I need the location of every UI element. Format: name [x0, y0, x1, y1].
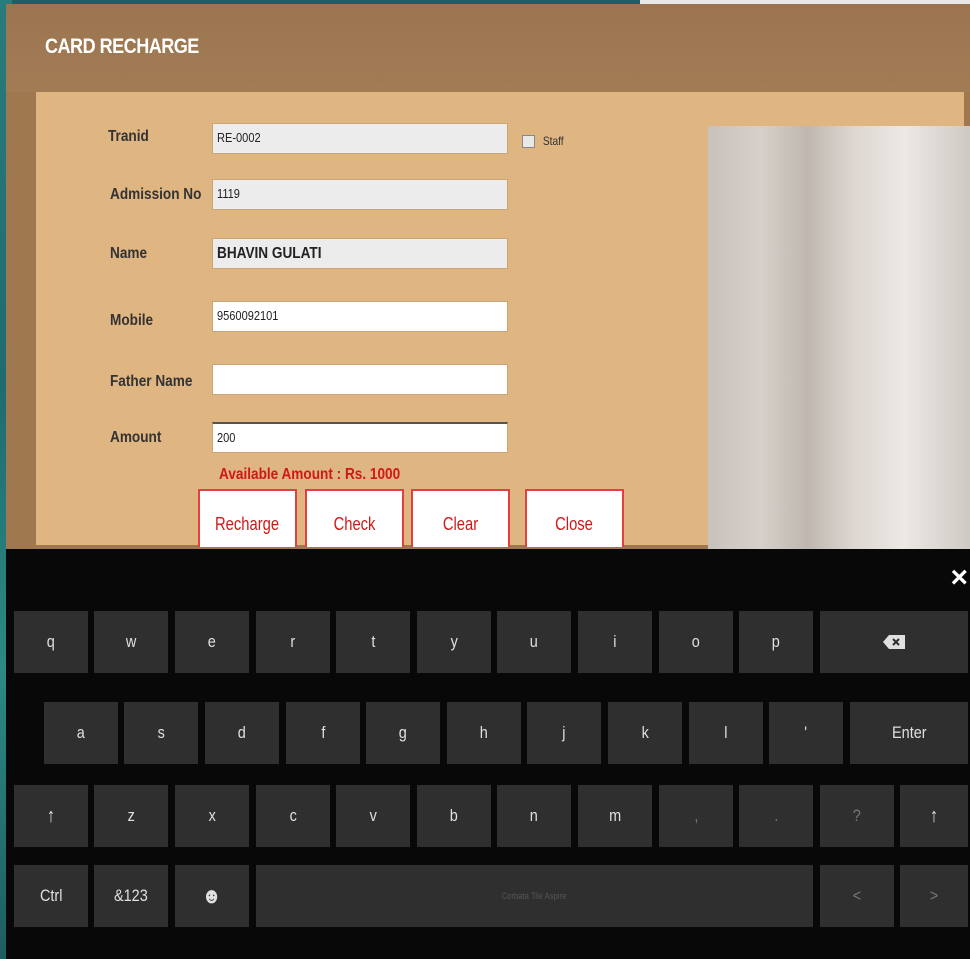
key-apostrophe[interactable]: ': [769, 702, 843, 764]
key-l[interactable]: l: [689, 702, 763, 764]
key-d[interactable]: d: [205, 702, 279, 764]
label-name: Name: [110, 245, 148, 262]
title-bar: CARD RECHARGE: [6, 4, 970, 92]
check-button[interactable]: Check: [305, 489, 404, 547]
shift-left-key[interactable]: ↑: [14, 785, 88, 847]
mobile-field[interactable]: 9560092101: [212, 301, 508, 332]
key-n[interactable]: n: [497, 785, 571, 847]
key-o[interactable]: o: [659, 611, 733, 673]
label-tranid: Tranid: [108, 128, 149, 145]
key-f[interactable]: f: [286, 702, 360, 764]
key-g[interactable]: g: [366, 702, 440, 764]
key-p[interactable]: p: [739, 611, 813, 673]
key-u[interactable]: u: [497, 611, 571, 673]
key-q[interactable]: q: [14, 611, 88, 673]
clear-button[interactable]: Clear: [411, 489, 510, 547]
touch-keyboard: × q w e r t y u i o p a s d f g h j k l …: [6, 549, 970, 959]
key-question[interactable]: ?: [820, 785, 894, 847]
enter-key[interactable]: Enter: [850, 702, 968, 764]
key-comma[interactable]: ,: [659, 785, 733, 847]
shift-right-key[interactable]: ↑: [900, 785, 968, 847]
backspace-icon: [883, 635, 905, 649]
key-w[interactable]: w: [94, 611, 168, 673]
label-admission-no: Admission No: [110, 186, 202, 203]
right-arrow-key[interactable]: >: [900, 865, 968, 927]
checkbox-icon[interactable]: [522, 134, 535, 148]
ctrl-key[interactable]: Ctrl: [14, 865, 88, 927]
left-arrow-key[interactable]: <: [820, 865, 894, 927]
spacebar-key[interactable]: Corbata Tile Aspire: [256, 865, 813, 927]
key-s[interactable]: s: [124, 702, 198, 764]
close-button[interactable]: Close: [525, 489, 624, 547]
admission-no-field[interactable]: 1119: [212, 179, 508, 210]
staff-label: Staff: [542, 134, 564, 148]
recharge-button[interactable]: Recharge: [198, 489, 297, 547]
key-y[interactable]: y: [417, 611, 491, 673]
key-v[interactable]: v: [336, 785, 410, 847]
key-m[interactable]: m: [578, 785, 652, 847]
key-x[interactable]: x: [175, 785, 249, 847]
key-j[interactable]: j: [527, 702, 601, 764]
label-father-name: Father Name: [110, 373, 193, 390]
available-amount: Available Amount : Rs. 1000: [219, 466, 401, 483]
staff-checkbox[interactable]: Staff: [522, 134, 565, 148]
key-i[interactable]: i: [578, 611, 652, 673]
name-field[interactable]: BHAVIN GULATI: [212, 238, 508, 269]
key-a[interactable]: a: [44, 702, 118, 764]
shift-icon: ↑: [46, 804, 56, 827]
key-r[interactable]: r: [256, 611, 330, 673]
keyboard-close-icon[interactable]: ×: [950, 561, 968, 595]
key-c[interactable]: c: [256, 785, 330, 847]
key-period[interactable]: .: [739, 785, 813, 847]
window-title: CARD RECHARGE: [45, 35, 199, 58]
key-h[interactable]: h: [447, 702, 521, 764]
key-e[interactable]: e: [175, 611, 249, 673]
emoji-icon: ☻: [202, 883, 222, 908]
backspace-key[interactable]: [820, 611, 968, 673]
key-t[interactable]: t: [336, 611, 410, 673]
key-k[interactable]: k: [608, 702, 682, 764]
student-photo: [708, 126, 970, 549]
label-amount: Amount: [110, 429, 162, 446]
key-z[interactable]: z: [94, 785, 168, 847]
shift-icon: ↑: [929, 804, 939, 827]
label-mobile: Mobile: [110, 312, 154, 329]
key-b[interactable]: b: [417, 785, 491, 847]
father-name-field[interactable]: [212, 364, 508, 395]
emoji-key[interactable]: ☻: [175, 865, 249, 927]
tranid-field[interactable]: RE-0002: [212, 123, 508, 154]
symbols-key[interactable]: &123: [94, 865, 168, 927]
amount-field[interactable]: 200: [212, 422, 508, 453]
